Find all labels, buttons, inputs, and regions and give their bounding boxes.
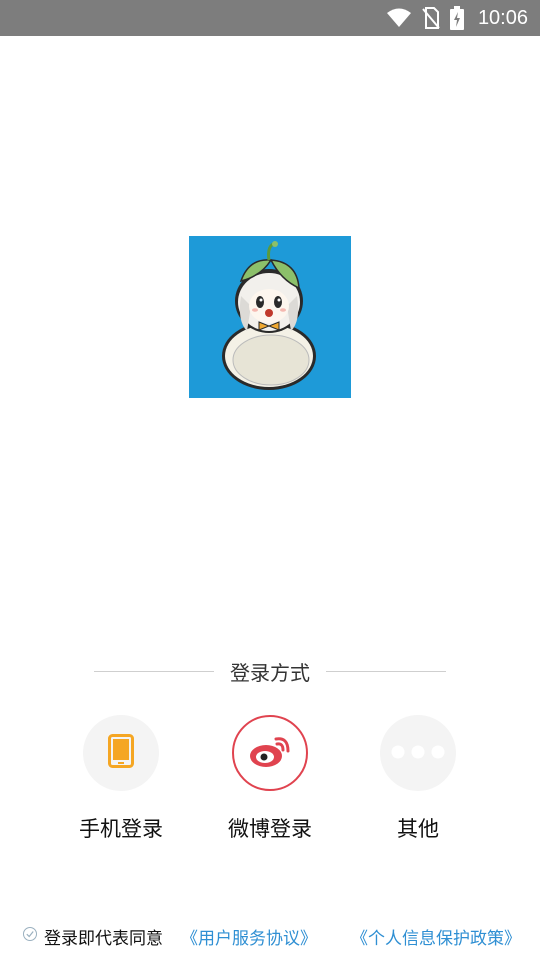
wifi-icon [386,8,412,28]
login-methods-header: 登录方式 [0,656,540,686]
other-login-button[interactable]: 其他 [348,715,488,845]
agreement-text: 登录即代表同意 [44,928,163,949]
no-sim-icon [422,7,440,29]
divider-left [94,670,214,672]
phone-login-circle[interactable] [83,715,159,791]
weibo-login-button[interactable]: 微博登录 [200,715,340,845]
more-dots-icon [391,744,445,763]
other-login-label: 其他 [397,817,439,841]
divider-right [326,670,446,672]
privacy-policy-link[interactable]: 《个人信息保护政策》 [351,924,521,949]
gourd-mascot-logo [222,241,316,390]
weibo-icon [248,733,292,773]
login-methods-title: 登录方式 [230,660,310,685]
status-bar: 10:06 [0,0,540,36]
status-time: 10:06 [477,6,528,29]
other-login-circle[interactable] [380,715,456,791]
weibo-login-label: 微博登录 [228,817,312,841]
phone-icon [108,734,134,772]
app-logo [189,236,351,398]
weibo-login-circle[interactable] [232,715,308,791]
phone-login-button[interactable]: 手机登录 [51,715,191,845]
agreement-checkbox[interactable] [22,926,38,947]
agreement-row: 登录即代表同意 《用户服务协议》 《个人信息保护政策》 [22,922,521,950]
battery-charging-icon [449,6,464,30]
user-agreement-link[interactable]: 《用户服务协议》 [181,924,317,949]
check-circle-icon [23,926,37,941]
phone-login-label: 手机登录 [79,817,163,841]
